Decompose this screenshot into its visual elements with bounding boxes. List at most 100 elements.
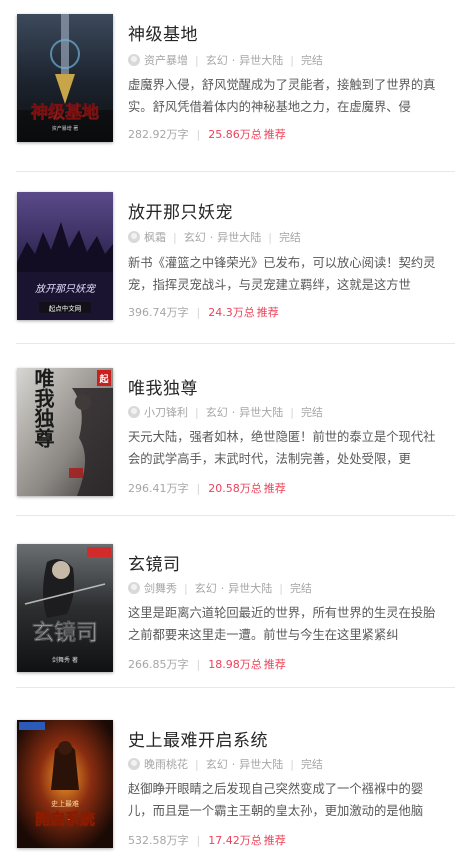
- cover-subtitle-text: 资产暴增 著: [52, 125, 79, 132]
- book-cover-image: 玄镜司 剑舞秀 著: [17, 544, 113, 672]
- stats-separator: |: [196, 833, 201, 847]
- meta-separator: |: [290, 757, 294, 771]
- book-stats: 266.85万字 | 18.98万总 推荐: [128, 656, 286, 672]
- cover-title-text: 唯我独尊: [31, 368, 55, 448]
- book-cover[interactable]: 玄镜司 剑舞秀 著: [17, 544, 113, 672]
- book-recommend-label: 推荐: [263, 658, 286, 671]
- book-title[interactable]: 唯我独尊: [128, 374, 198, 399]
- cover-badge-text: 起: [98, 373, 109, 385]
- book-subcategory[interactable]: 异世大陆: [239, 756, 283, 772]
- stats-separator: |: [196, 657, 201, 671]
- meta-separator: |: [279, 581, 283, 595]
- book-category[interactable]: 玄幻: [206, 404, 228, 420]
- book-author[interactable]: 晚雨桃花: [144, 756, 188, 772]
- book-author[interactable]: 枫霜: [144, 229, 166, 245]
- book-cover[interactable]: 放开那只妖宠 起点中文网: [17, 192, 113, 320]
- book-subcategory[interactable]: 异世大陆: [239, 404, 283, 420]
- book-meta: 小刀锋利 | 玄幻 · 异世大陆 | 完结: [128, 404, 323, 420]
- book-word-count: 396.74万字: [128, 306, 189, 319]
- cover-subtitle-text: 起点中文网: [49, 304, 82, 313]
- book-item[interactable]: 神级基地 资产暴增 著 神级基地 资产暴增 | 玄幻 · 异世大陆 | 完结 虚…: [0, 0, 455, 172]
- book-item[interactable]: 起 唯我独尊 唯我独尊 小刀锋利 | 玄幻 · 异世大陆 | 完结 天元大陆，强…: [0, 344, 455, 516]
- meta-dot: ·: [231, 757, 236, 771]
- book-meta: 资产暴增 | 玄幻 · 异世大陆 | 完结: [128, 52, 323, 68]
- book-author[interactable]: 小刀锋利: [144, 404, 188, 420]
- stats-separator: |: [196, 305, 201, 319]
- book-description: 新书《灌篮之中锋荣光》已发布，可以放心阅读！契约灵宠，指挥灵宠战斗，与灵宠建立羁…: [128, 256, 436, 292]
- book-category[interactable]: 玄幻: [206, 756, 228, 772]
- book-recommend-count: 24.3万总: [208, 306, 255, 319]
- book-title[interactable]: 放开那只妖宠: [128, 198, 233, 223]
- book-recommend-count: 25.86万总: [208, 128, 262, 141]
- book-cover-image: 放开那只妖宠 起点中文网: [17, 192, 113, 320]
- book-subcategory[interactable]: 异世大陆: [217, 229, 261, 245]
- book-description: 赵御睁开眼睛之后发现自己突然变成了一个襁褓中的婴儿，而且是一个霸主王朝的皇太孙，…: [128, 782, 424, 818]
- book-stats: 296.41万字 | 20.58万总 推荐: [128, 480, 286, 496]
- author-avatar-icon: [128, 406, 140, 418]
- book-description: 虚魔界入侵，舒风觉醒成为了灵能者，接触到了世界的真实。舒风凭借着体内的神秘基地之…: [128, 78, 436, 114]
- book-recommend-label: 推荐: [256, 306, 279, 319]
- meta-separator: |: [195, 53, 199, 67]
- book-word-count: 266.85万字: [128, 658, 189, 671]
- book-status: 完结: [300, 406, 323, 419]
- book-list: 神级基地 资产暴增 著 神级基地 资产暴增 | 玄幻 · 异世大陆 | 完结 虚…: [0, 0, 455, 862]
- meta-separator: |: [290, 405, 294, 419]
- book-stats: 282.92万字 | 25.86万总 推荐: [128, 126, 286, 142]
- meta-dot: ·: [209, 230, 214, 244]
- book-status: 完结: [278, 231, 301, 244]
- book-cover-image: 史上最难 開启系統: [17, 720, 113, 848]
- cover-subtitle-text: 剑舞秀 著: [52, 656, 78, 664]
- book-cover[interactable]: 起 唯我独尊: [17, 368, 113, 496]
- book-category[interactable]: 玄幻: [206, 52, 228, 68]
- cover-title-text: 神级基地: [31, 102, 99, 123]
- book-recommend-count: 18.98万总: [208, 658, 262, 671]
- book-author[interactable]: 资产暴增: [144, 52, 188, 68]
- author-avatar-icon: [128, 231, 140, 243]
- author-avatar-icon: [128, 54, 140, 66]
- book-cover-image: 起 唯我独尊: [17, 368, 113, 496]
- cover-title-text: 放开那只妖宠: [35, 283, 97, 295]
- book-meta: 枫霜 | 玄幻 · 异世大陆 | 完结: [128, 229, 301, 245]
- meta-dot: ·: [220, 581, 225, 595]
- book-subcategory[interactable]: 异世大陆: [239, 52, 283, 68]
- book-description: 天元大陆，强者如林，绝世隐匿！前世的泰立是个现代社会的武学高手，末武时代，法制完…: [128, 430, 436, 466]
- meta-dot: ·: [231, 53, 236, 67]
- meta-separator: |: [290, 53, 294, 67]
- meta-dot: ·: [231, 405, 236, 419]
- book-category[interactable]: 玄幻: [184, 229, 206, 245]
- stats-separator: |: [196, 127, 201, 141]
- stats-separator: |: [196, 481, 201, 495]
- author-avatar-icon: [128, 582, 140, 594]
- book-subcategory[interactable]: 异世大陆: [228, 580, 272, 596]
- book-stats: 396.74万字 | 24.3万总 推荐: [128, 304, 279, 320]
- book-recommend-label: 推荐: [263, 128, 286, 141]
- book-item[interactable]: 玄镜司 剑舞秀 著 玄镜司 剑舞秀 | 玄幻 · 异世大陆 | 完结 这里是距离…: [0, 516, 455, 688]
- book-author[interactable]: 剑舞秀: [144, 580, 177, 596]
- book-word-count: 296.41万字: [128, 482, 189, 495]
- meta-separator: |: [184, 581, 188, 595]
- book-recommend-count: 20.58万总: [208, 482, 262, 495]
- cover-title-text: 開启系統: [35, 810, 95, 828]
- book-cover[interactable]: 神级基地 资产暴增 著: [17, 14, 113, 142]
- cover-subtitle-text: 史上最难: [51, 799, 79, 808]
- meta-separator: |: [268, 230, 272, 244]
- meta-separator: |: [195, 405, 199, 419]
- book-title[interactable]: 神级基地: [128, 20, 198, 45]
- book-status: 完结: [289, 582, 312, 595]
- book-item[interactable]: 放开那只妖宠 起点中文网 放开那只妖宠 枫霜 | 玄幻 · 异世大陆 | 完结 …: [0, 172, 455, 344]
- author-avatar-icon: [128, 758, 140, 770]
- book-recommend-count: 17.42万总: [208, 834, 262, 847]
- book-status: 完结: [300, 758, 323, 771]
- book-word-count: 282.92万字: [128, 128, 189, 141]
- book-title[interactable]: 玄镜司: [128, 550, 181, 575]
- book-cover[interactable]: 史上最难 開启系統: [17, 720, 113, 848]
- book-recommend-label: 推荐: [263, 834, 286, 847]
- cover-title-text: 玄镜司: [32, 620, 98, 646]
- book-title[interactable]: 史上最难开启系统: [128, 726, 268, 751]
- book-category[interactable]: 玄幻: [195, 580, 217, 596]
- book-description: 这里是距离六道轮回最近的世界，所有世界的生灵在投胎之前都要来这里走一遭。前世与今…: [128, 606, 436, 642]
- book-item[interactable]: 史上最难 開启系統 史上最难开启系统 晚雨桃花 | 玄幻 · 异世大陆 | 完结…: [0, 688, 455, 862]
- meta-separator: |: [173, 230, 177, 244]
- book-meta: 剑舞秀 | 玄幻 · 异世大陆 | 完结: [128, 580, 312, 596]
- book-status: 完结: [300, 54, 323, 67]
